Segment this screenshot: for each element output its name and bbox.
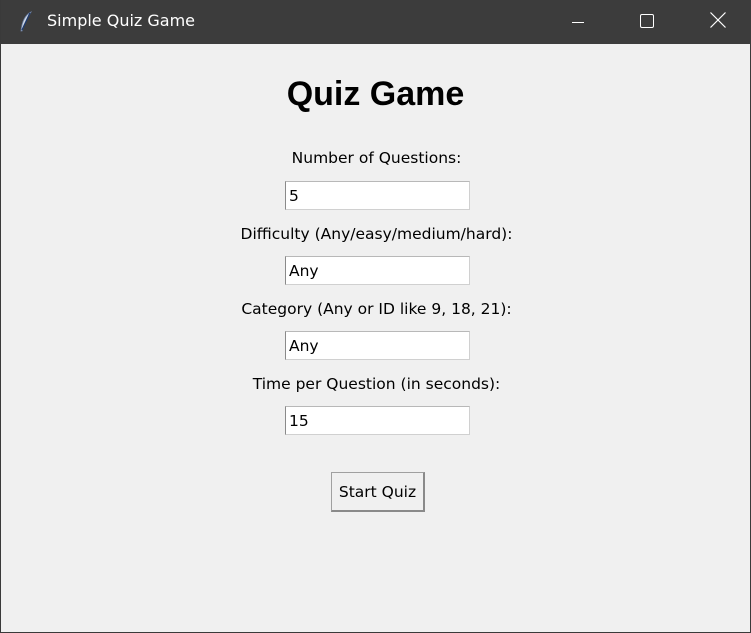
minimize-icon [572,13,584,32]
number-of-questions-label: Number of Questions: [291,149,462,167]
maximize-button[interactable] [624,0,670,44]
title-bar[interactable]: Simple Quiz Game [1,0,751,44]
maximize-icon [640,13,654,32]
start-quiz-button[interactable]: Start Quiz [331,472,425,512]
time-per-question-label: Time per Question (in seconds): [252,375,501,393]
window-title: Simple Quiz Game [47,11,196,30]
close-icon [710,12,726,32]
difficulty-label: Difficulty (Any/easy/medium/hard): [240,225,513,243]
page-title: Quiz Game [286,75,465,113]
app-window: Simple Quiz Game Quiz Game Number of Que… [0,0,751,633]
close-button[interactable] [695,0,741,44]
minimize-button[interactable] [555,0,601,44]
category-input[interactable] [285,331,470,360]
quiz-setup-form: Quiz Game Number of Questions: Difficult… [1,44,750,632]
difficulty-input[interactable] [285,256,470,285]
time-per-question-input[interactable] [285,406,470,435]
feather-icon [19,11,33,33]
category-label: Category (Any or ID like 9, 18, 21): [241,300,512,318]
number-of-questions-input[interactable] [285,181,470,210]
